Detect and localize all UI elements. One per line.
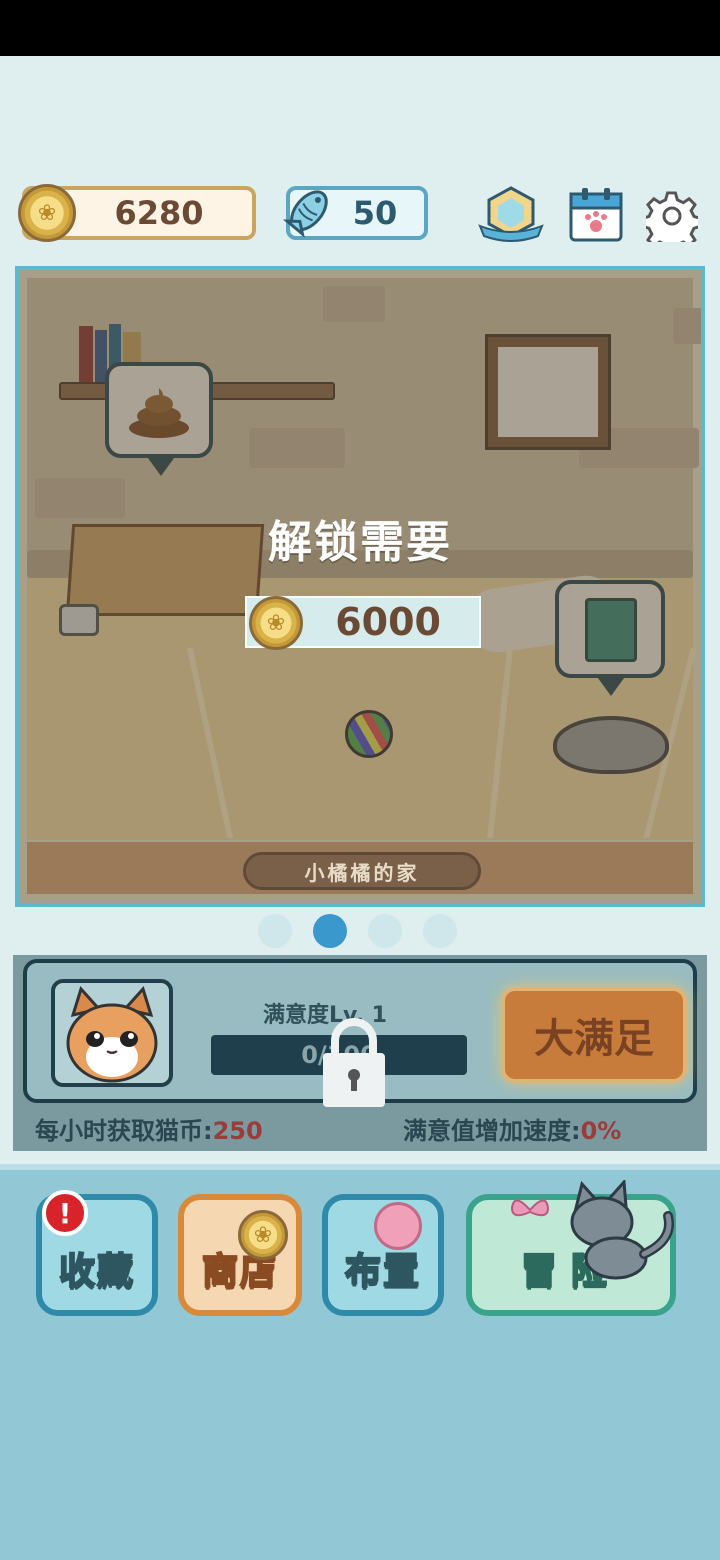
pager-dot-1[interactable] xyxy=(258,914,292,948)
layout-button-label: 布置 xyxy=(344,1250,421,1293)
room-scene[interactable]: 小橘橘的家 解锁需要 6000 ❀ xyxy=(15,266,705,907)
big-satisfy-button[interactable]: 大满足 xyxy=(501,987,687,1083)
fish-balance-value: 50 xyxy=(352,194,398,232)
unlock-coin-icon: ❀ xyxy=(249,596,303,650)
coins-per-hour: 每小时获取猫币:250 xyxy=(35,1111,263,1146)
cat-avatar[interactable] xyxy=(51,979,173,1087)
satisfaction-speed: 满意值增加速度:0% xyxy=(403,1111,621,1146)
collection-button-label: 收藏 xyxy=(58,1250,135,1293)
satisfaction-speed-value: 0% xyxy=(580,1117,622,1145)
alert-badge-icon: ! xyxy=(42,1190,88,1236)
satisfaction-panel: 满意度Lv. 1 0/100 大满足 每小时获取猫币:250 满意值增加速度:0… xyxy=(13,955,707,1151)
rank-badge-icon[interactable] xyxy=(478,184,544,244)
pager-dot-2[interactable] xyxy=(313,914,347,948)
settings-gear-icon[interactable] xyxy=(646,190,698,242)
coins-per-hour-value: 250 xyxy=(212,1117,263,1145)
coins-per-hour-label: 每小时获取猫币: xyxy=(35,1117,213,1145)
unlock-title: 解锁需要 xyxy=(268,517,452,568)
coin-balance-value: 6280 xyxy=(114,194,204,232)
fish-icon xyxy=(282,190,328,238)
room-name-plate: 小橘橘的家 xyxy=(243,852,481,890)
shop-button[interactable]: 商店 xyxy=(178,1194,302,1316)
satisfaction-card: 满意度Lv. 1 0/100 大满足 xyxy=(23,959,697,1107)
yarn-ball-icon xyxy=(374,1202,422,1250)
pager-dot-4[interactable] xyxy=(423,914,457,948)
coin-paw-icon: ❀ xyxy=(18,184,76,242)
calendar-icon[interactable] xyxy=(568,186,624,244)
satisfaction-speed-label: 满意值增加速度: xyxy=(403,1117,581,1145)
status-bar xyxy=(0,0,720,56)
unlock-price-value: 6000 xyxy=(335,600,441,644)
shop-coin-icon: ❀ xyxy=(238,1210,288,1260)
lock-icon xyxy=(323,1018,385,1107)
gray-cat-icon xyxy=(570,1180,674,1280)
locked-overlay xyxy=(19,270,701,903)
orange-cat-icon xyxy=(66,986,158,1083)
pager-dot-3[interactable] xyxy=(368,914,402,948)
bottom-divider xyxy=(0,1164,720,1170)
butterfly-icon xyxy=(510,1199,550,1217)
